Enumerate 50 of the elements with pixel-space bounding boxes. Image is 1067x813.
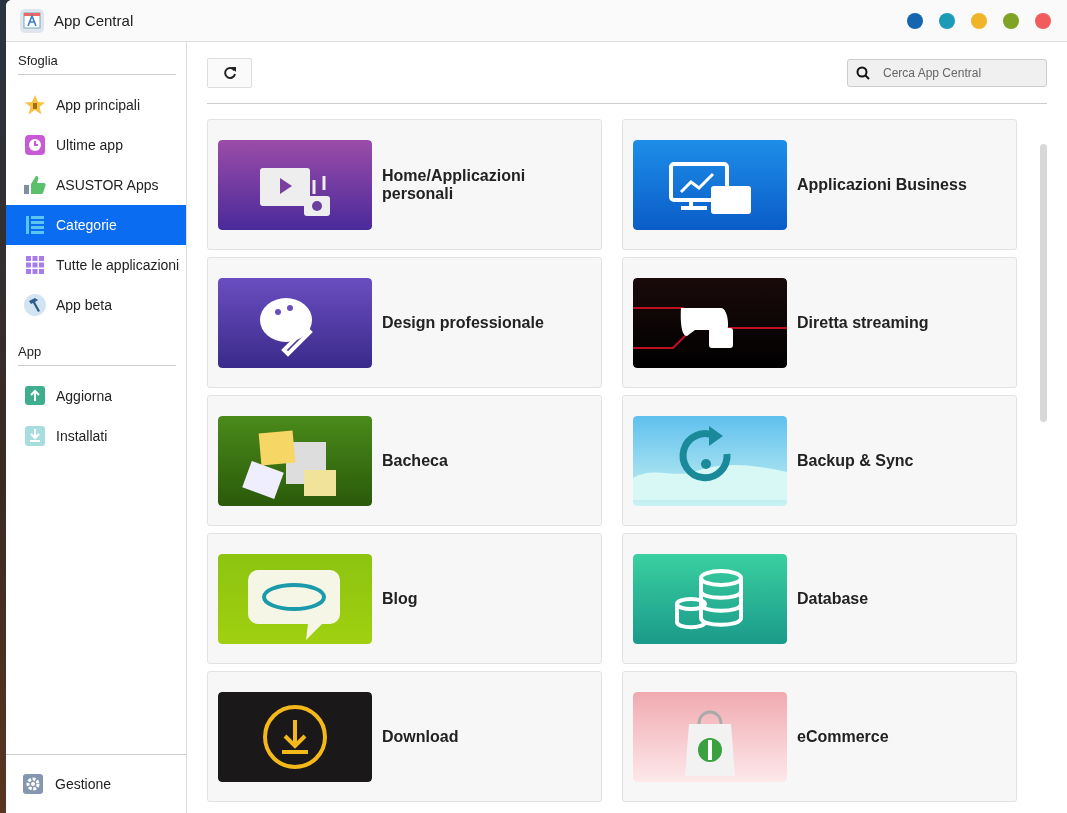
category-title: eCommerce: [797, 727, 889, 746]
category-title: Download: [382, 727, 459, 746]
star-icon: [24, 94, 46, 116]
download-icon: [25, 426, 45, 446]
category-card[interactable]: Design professionale: [207, 257, 602, 388]
category-title: Design professionale: [382, 313, 544, 332]
app-logo-icon: [20, 8, 44, 33]
window-control-button[interactable]: [1003, 12, 1019, 29]
sidebar-item[interactable]: App beta: [6, 285, 186, 325]
refresh-icon: [222, 66, 237, 80]
sidebar-item[interactable]: Categorie: [6, 205, 186, 245]
sidebar-item[interactable]: Ultime app: [6, 125, 186, 165]
sidebar-item[interactable]: App principali: [6, 85, 186, 125]
category-title: Bacheca: [382, 451, 448, 470]
section-heading: Sfoglia: [17, 52, 59, 70]
thumbs-up-icon: [24, 175, 46, 195]
category-title: Diretta streaming: [797, 313, 929, 332]
category-title: Blog: [382, 589, 418, 608]
search-icon: [856, 66, 870, 80]
search-field[interactable]: Cerca App Central: [847, 59, 1047, 87]
window-title: App Central: [54, 12, 135, 29]
category-card[interactable]: Download: [207, 671, 602, 802]
category-card[interactable]: Backup & Sync: [622, 395, 1017, 526]
category-card[interactable]: Database: [622, 533, 1017, 664]
clock-icon: [25, 135, 45, 155]
category-card[interactable]: Diretta streaming: [622, 257, 1017, 388]
window-control-button[interactable]: [1035, 12, 1051, 29]
category-card[interactable]: Blog: [207, 533, 602, 664]
settings-icon: [23, 774, 43, 794]
category-title: Applicazioni Business: [797, 175, 967, 194]
refresh-button[interactable]: [207, 58, 252, 88]
sidebar-item[interactable]: Aggiorna: [6, 376, 186, 416]
upload-icon: [25, 386, 45, 406]
category-card[interactable]: Home/Applicazioni personali: [207, 119, 602, 250]
hammer-icon: [24, 294, 46, 316]
sidebar-item[interactable]: ASUSTOR Apps: [6, 165, 186, 205]
window-control-button[interactable]: [939, 12, 955, 29]
category-card[interactable]: Bacheca: [207, 395, 602, 526]
sidebar-item[interactable]: Installati: [6, 416, 186, 456]
grid-icon: [26, 256, 44, 274]
category-title: Home/Applicazioni personali: [382, 166, 527, 203]
category-title: Database: [797, 589, 869, 608]
list-icon: [25, 215, 45, 235]
section-heading: App: [17, 343, 43, 361]
sidebar-item[interactable]: Tutte le applicazioni: [6, 245, 186, 285]
window-control-button[interactable]: [907, 12, 923, 29]
settings-menu-item[interactable]: Gestione: [6, 754, 186, 813]
category-card[interactable]: Applicazioni Business: [622, 119, 1017, 250]
category-card[interactable]: eCommerce: [622, 671, 1017, 802]
category-title: Backup & Sync: [797, 451, 914, 470]
